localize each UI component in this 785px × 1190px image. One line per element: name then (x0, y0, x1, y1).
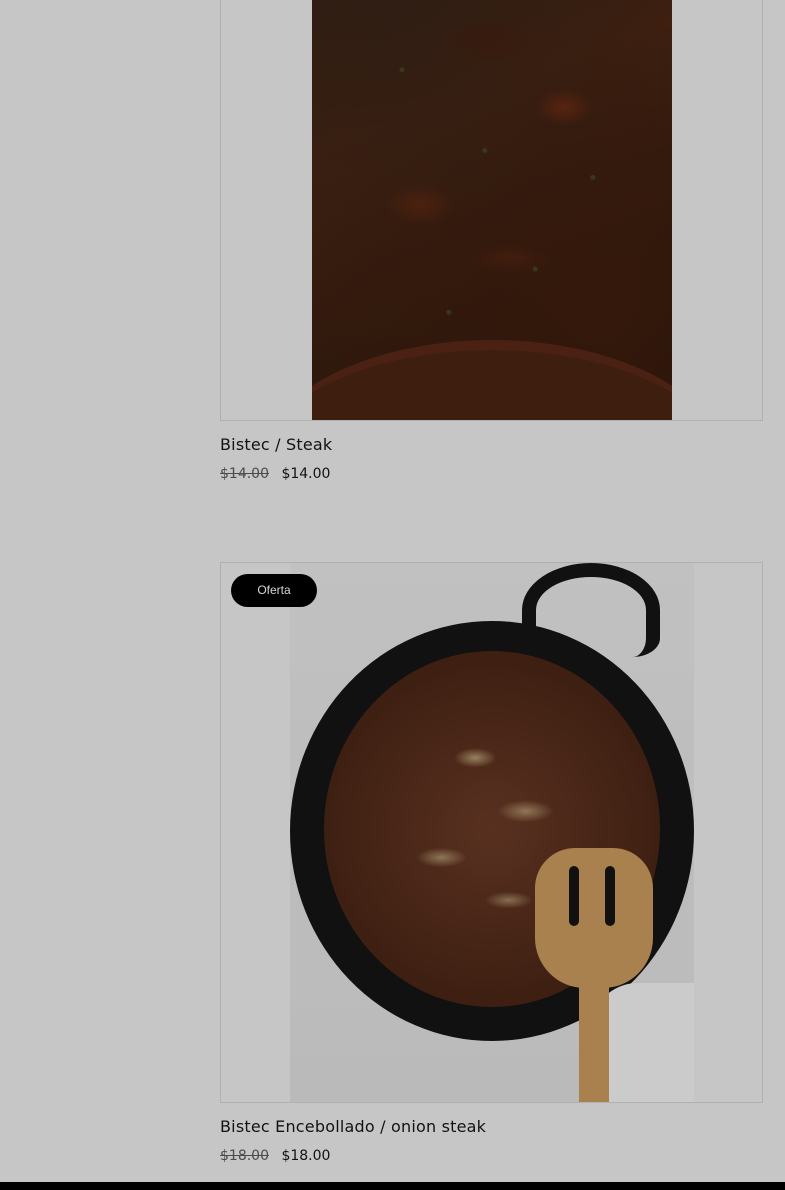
product-price: $18.00 $18.00 (220, 1148, 763, 1164)
product-image-steak[interactable] (312, 0, 672, 420)
bottom-bar (0, 1182, 785, 1190)
spatula-head (535, 848, 653, 988)
sale-price: $14.00 (281, 466, 331, 482)
compare-at-price: $18.00 (220, 1148, 269, 1164)
product-image-frame[interactable]: Oferta (220, 562, 763, 1103)
spatula-slot (605, 866, 615, 926)
wooden-spatula (535, 848, 655, 1102)
sale-badge: Oferta (231, 574, 317, 607)
spatula-slot (569, 866, 579, 926)
product-title[interactable]: Bistec / Steak (220, 435, 763, 454)
sale-price: $18.00 (281, 1148, 331, 1164)
product-title[interactable]: Bistec Encebollado / onion steak (220, 1117, 763, 1136)
compare-at-price: $14.00 (220, 466, 269, 482)
spatula-stick (579, 973, 609, 1102)
product-card[interactable]: Bistec / Steak $14.00 $14.00 (220, 0, 763, 482)
product-image-frame[interactable] (220, 0, 763, 421)
product-grid: Bistec / Steak $14.00 $14.00 Oferta Bist… (0, 0, 785, 1190)
product-price: $14.00 $14.00 (220, 466, 763, 482)
product-card[interactable]: Oferta Bistec Encebollado / onion steak … (220, 562, 763, 1164)
product-image-onion-steak[interactable] (290, 563, 694, 1102)
